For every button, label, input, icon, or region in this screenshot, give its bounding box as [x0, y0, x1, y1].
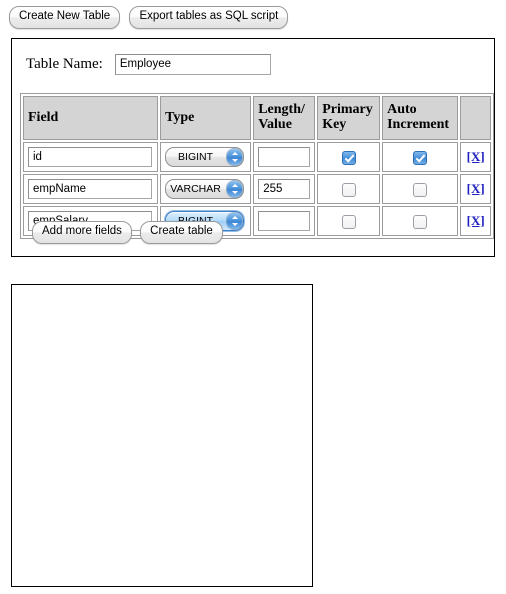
field-name-cell [23, 174, 159, 204]
field-type-select-value: BIGINT [178, 151, 214, 163]
field-length-cell [253, 206, 316, 236]
sql-output-panel [11, 284, 313, 587]
field-name-cell [23, 142, 159, 172]
auto-increment-checkbox[interactable] [413, 183, 428, 197]
auto-increment-cell [382, 142, 459, 172]
delete-row-cell: [X] [460, 142, 491, 172]
delete-row-link[interactable]: [X] [467, 213, 485, 228]
column-header-auto-increment: Auto Increment [382, 96, 459, 140]
delete-row-cell: [X] [460, 206, 491, 236]
primary-key-cell [317, 206, 381, 236]
table-row: VARCHAR [X] [23, 174, 491, 204]
chevron-updown-icon[interactable] [227, 213, 243, 229]
field-name-input[interactable] [28, 179, 152, 199]
primary-key-cell [317, 142, 381, 172]
chevron-updown-icon[interactable] [227, 181, 243, 197]
delete-row-link[interactable]: [X] [467, 181, 485, 196]
create-new-table-button[interactable]: Create New Table [9, 6, 121, 29]
column-header-primary-key: Primary Key [317, 96, 381, 140]
column-header-delete [460, 96, 491, 140]
table-row: BIGINT [X] [23, 142, 491, 172]
column-header-type: Type [160, 96, 252, 140]
field-length-input[interactable] [258, 147, 311, 167]
column-header-length-value: Length/ Value [253, 96, 316, 140]
create-table-button[interactable]: Create table [140, 221, 223, 244]
fields-table-head: Field Type Length/ Value Primary Key Aut… [23, 96, 491, 140]
auto-increment-cell [382, 174, 459, 204]
column-header-length-line1: Length/ [258, 102, 305, 118]
field-type-select[interactable]: BIGINT [165, 147, 245, 167]
field-type-cell: VARCHAR [160, 174, 252, 204]
top-toolbar: Create New Table Export tables as SQL sc… [9, 6, 289, 29]
field-type-select-value: VARCHAR [170, 183, 221, 195]
column-header-pk-line2: Key [322, 117, 347, 132]
form-actions: Add more fields Create table [32, 221, 223, 244]
table-definition-form: Table Name: Field Type Length/ Value Pri… [11, 38, 495, 257]
column-header-length-line2: Value [258, 117, 292, 132]
field-type-select[interactable]: VARCHAR [165, 179, 245, 199]
column-header-field: Field [23, 96, 159, 140]
field-length-cell [253, 174, 316, 204]
field-name-input[interactable] [28, 147, 152, 167]
column-header-ai-line1: Auto [387, 102, 417, 118]
field-length-input[interactable] [258, 179, 311, 199]
field-length-cell [253, 142, 316, 172]
primary-key-checkbox[interactable] [341, 183, 356, 197]
column-header-ai-line2: Increment [387, 117, 450, 132]
primary-key-checkbox[interactable] [341, 151, 356, 165]
auto-increment-checkbox[interactable] [413, 215, 428, 229]
add-more-fields-button[interactable]: Add more fields [32, 221, 132, 244]
auto-increment-checkbox[interactable] [413, 151, 428, 165]
table-name-input[interactable] [114, 53, 271, 75]
table-name-row: Table Name: [26, 52, 271, 76]
field-length-input[interactable] [258, 211, 311, 231]
fields-table: Field Type Length/ Value Primary Key Aut… [20, 93, 494, 239]
table-name-label: Table Name: [26, 55, 103, 72]
column-header-pk-line1: Primary [322, 102, 373, 118]
delete-row-link[interactable]: [X] [467, 149, 485, 164]
primary-key-cell [317, 174, 381, 204]
field-type-cell: BIGINT [160, 142, 252, 172]
delete-row-cell: [X] [460, 174, 491, 204]
fields-table-header-row: Field Type Length/ Value Primary Key Aut… [23, 96, 491, 140]
primary-key-checkbox[interactable] [341, 215, 356, 229]
chevron-updown-icon[interactable] [227, 149, 243, 165]
export-sql-script-button[interactable]: Export tables as SQL script [129, 6, 289, 29]
auto-increment-cell [382, 206, 459, 236]
